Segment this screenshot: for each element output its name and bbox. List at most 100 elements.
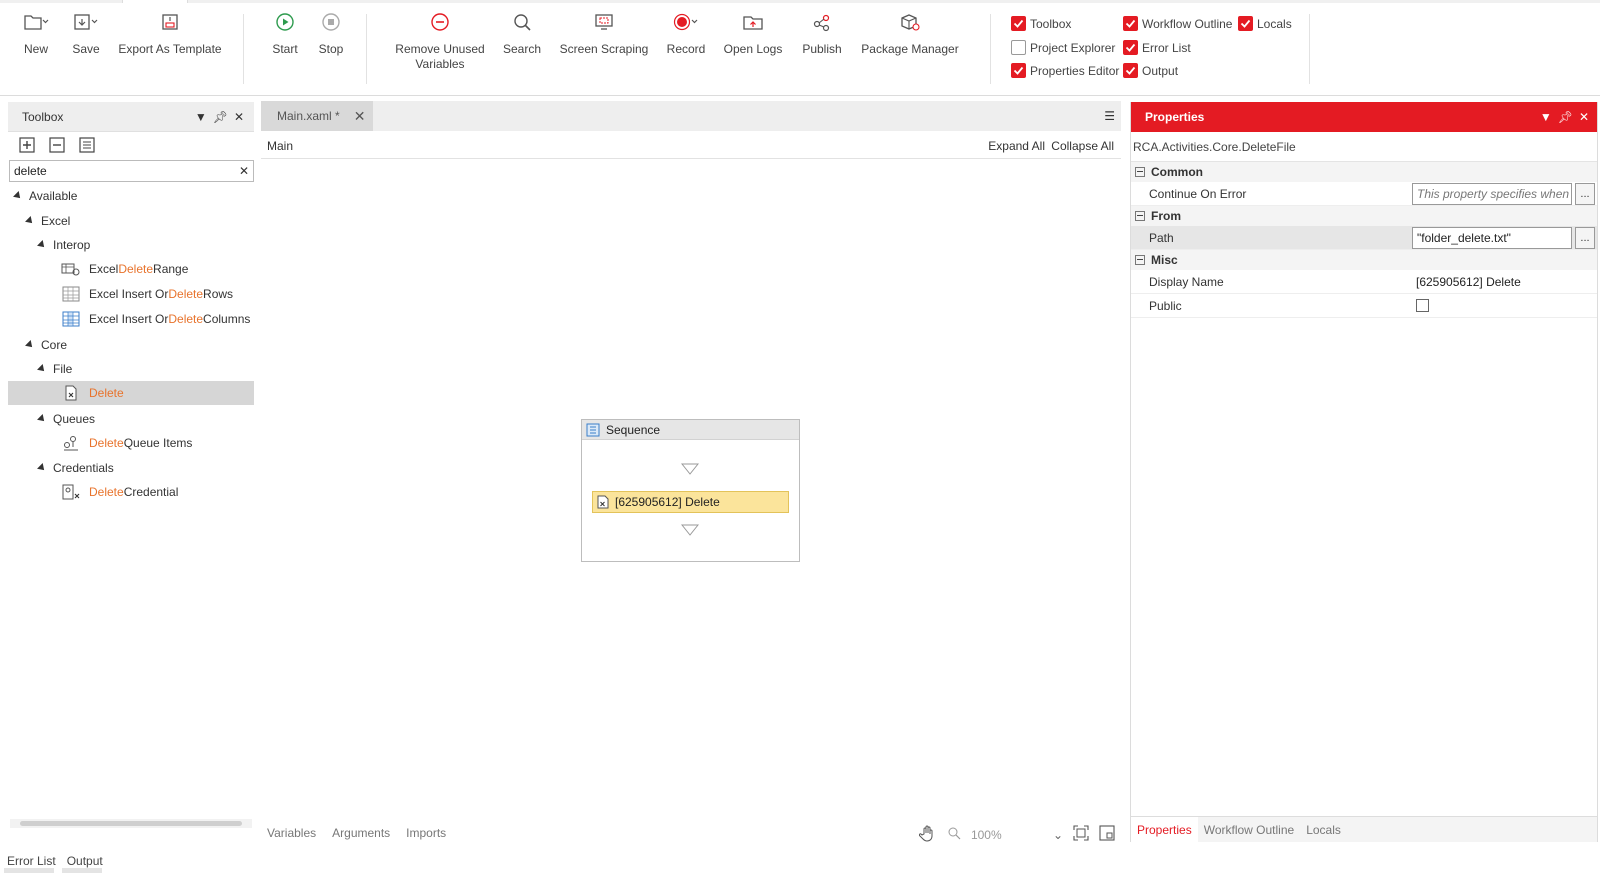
export-as-template-button[interactable]: Export As Template bbox=[118, 12, 222, 57]
toolbox-panel-checkbox[interactable]: Toolbox bbox=[1011, 16, 1071, 31]
tree-item-excel-insert-or-delete-columns[interactable]: Excel Insert Or Delete Columns bbox=[8, 307, 254, 331]
stop-icon bbox=[316, 12, 346, 36]
breadcrumb[interactable]: Main bbox=[267, 139, 293, 153]
sequence-activity[interactable]: Sequence [625905612] Delete bbox=[581, 419, 800, 562]
expand-all-icon[interactable] bbox=[18, 136, 36, 157]
continue-on-error-browse-button[interactable]: ... bbox=[1575, 182, 1595, 205]
tab-properties[interactable]: Properties bbox=[1131, 816, 1198, 843]
variables-tab[interactable]: Variables bbox=[267, 826, 316, 840]
save-button[interactable]: Save bbox=[70, 12, 102, 57]
search-button[interactable]: Search bbox=[502, 12, 542, 57]
drop-target-arrow-icon[interactable] bbox=[681, 524, 699, 536]
open-logs-button[interactable]: Open Logs bbox=[722, 12, 784, 57]
activity-type-name: RCA.Activities.Core.DeleteFile bbox=[1131, 132, 1597, 162]
collapse-all-link[interactable]: Collapse All bbox=[1051, 139, 1114, 153]
collapse-toggle-icon[interactable] bbox=[1135, 255, 1145, 265]
category-common[interactable]: Common bbox=[1131, 162, 1597, 182]
properties-title: Properties bbox=[1145, 110, 1205, 124]
toolbox-title: Toolbox bbox=[22, 109, 64, 124]
expanded-arrow-icon bbox=[37, 364, 47, 374]
path-browse-button[interactable]: ... bbox=[1575, 226, 1595, 249]
tree-item-delete-credential[interactable]: Delete Credential bbox=[8, 480, 254, 504]
checkmark-icon bbox=[1123, 63, 1138, 78]
tab-locals[interactable]: Locals bbox=[1300, 823, 1347, 837]
publish-button[interactable]: Publish bbox=[800, 12, 844, 57]
toolbox-search-input[interactable] bbox=[14, 164, 214, 178]
zoom-icon[interactable] bbox=[947, 826, 961, 843]
tree-item-excel-insert-or-delete-rows[interactable]: Excel Insert Or Delete Rows bbox=[8, 282, 254, 306]
error-list-panel-checkbox[interactable]: Error List bbox=[1123, 40, 1191, 55]
tree-item-delete-queue-items[interactable]: Delete Queue Items bbox=[8, 431, 254, 455]
screen-scraping-icon bbox=[559, 12, 649, 36]
tab-workflow-outline[interactable]: Workflow Outline bbox=[1198, 823, 1300, 837]
workflow-outline-panel-checkbox[interactable]: Workflow Outline bbox=[1123, 16, 1232, 31]
new-folder-icon bbox=[20, 12, 52, 36]
property-path: Path "folder_delete.txt" ... bbox=[1131, 226, 1597, 250]
pin-icon[interactable]: 📌︎ bbox=[1558, 110, 1573, 124]
pan-hand-icon[interactable] bbox=[918, 824, 937, 845]
tree-node-file[interactable]: File bbox=[8, 357, 254, 381]
collapse-all-icon[interactable] bbox=[48, 136, 66, 157]
overview-map-icon[interactable] bbox=[1099, 825, 1115, 844]
package-manager-button[interactable]: Package Manager bbox=[858, 12, 962, 57]
tree-item-excel-delete-range[interactable]: Excel Delete Range bbox=[8, 257, 254, 281]
public-checkbox[interactable] bbox=[1416, 299, 1429, 312]
tree-node-core[interactable]: Core bbox=[8, 333, 254, 357]
new-button[interactable]: New bbox=[20, 12, 52, 57]
record-button[interactable]: Record bbox=[664, 12, 708, 57]
ribbon: New Save Export As Template Start Stop R… bbox=[0, 0, 1600, 96]
expand-all-link[interactable]: Expand All bbox=[988, 139, 1045, 153]
list-view-icon[interactable] bbox=[78, 136, 96, 157]
property-continue-on-error: Continue On Error This property specifie… bbox=[1131, 182, 1597, 206]
screen-scraping-button[interactable]: Screen Scraping bbox=[559, 12, 649, 57]
tab-output[interactable]: Output bbox=[67, 854, 103, 868]
close-tab-icon[interactable]: ✕ bbox=[354, 108, 366, 125]
clear-search-icon[interactable]: ✕ bbox=[239, 164, 249, 178]
collapse-toggle-icon[interactable] bbox=[1135, 167, 1145, 177]
tab-error-list[interactable]: Error List bbox=[7, 854, 56, 868]
continue-on-error-input[interactable]: This property specifies when t bbox=[1412, 182, 1572, 205]
fit-to-screen-icon[interactable] bbox=[1073, 825, 1089, 844]
tabs-menu-icon[interactable]: ☰ bbox=[1104, 109, 1115, 123]
expanded-arrow-icon bbox=[13, 191, 23, 201]
drop-target-arrow-icon[interactable] bbox=[681, 463, 699, 475]
sequence-header[interactable]: Sequence bbox=[582, 420, 799, 440]
locals-panel-checkbox[interactable]: Locals bbox=[1238, 16, 1292, 31]
stop-button[interactable]: Stop bbox=[316, 12, 346, 57]
project-explorer-panel-checkbox[interactable]: Project Explorer bbox=[1011, 40, 1115, 55]
properties-editor-panel-checkbox[interactable]: Properties Editor bbox=[1011, 63, 1119, 78]
close-icon[interactable]: ✕ bbox=[1579, 110, 1589, 124]
tree-node-queues[interactable]: Queues bbox=[8, 407, 254, 431]
category-misc[interactable]: Misc bbox=[1131, 250, 1597, 270]
tree-node-excel[interactable]: Excel bbox=[8, 209, 254, 233]
pin-icon[interactable]: 📌︎ bbox=[213, 110, 228, 124]
zoom-level[interactable]: 100% bbox=[971, 828, 1043, 842]
toolbox-horizontal-scrollbar[interactable] bbox=[10, 819, 252, 828]
collapse-toggle-icon[interactable] bbox=[1135, 211, 1145, 221]
display-name-input[interactable]: [625905612] Delete bbox=[1412, 271, 1572, 293]
delete-activity[interactable]: [625905612] Delete bbox=[592, 491, 789, 513]
designer-footer: Variables Arguments Imports 100% ⌄ bbox=[261, 820, 1121, 846]
designer-canvas[interactable]: Sequence [625905612] Delete bbox=[261, 160, 1121, 820]
zoom-dropdown-icon[interactable]: ⌄ bbox=[1053, 828, 1063, 842]
start-button[interactable]: Start bbox=[270, 12, 300, 57]
output-panel-checkbox[interactable]: Output bbox=[1123, 63, 1178, 78]
designer-breadcrumb-bar: Main Expand All Collapse All bbox=[261, 131, 1121, 159]
imports-tab[interactable]: Imports bbox=[406, 826, 446, 840]
remove-unused-variables-button[interactable]: Remove Unused Variables bbox=[392, 12, 488, 72]
dropdown-arrow-icon[interactable]: ▼ bbox=[195, 110, 207, 124]
play-icon bbox=[270, 12, 300, 36]
category-from[interactable]: From bbox=[1131, 206, 1597, 226]
dropdown-arrow-icon[interactable]: ▼ bbox=[1540, 110, 1552, 124]
arguments-tab[interactable]: Arguments bbox=[332, 826, 390, 840]
tree-node-credentials[interactable]: Credentials bbox=[8, 456, 254, 480]
toolbox-panel: Toolbox ▼ 📌︎ ✕ ✕ Available Excel Interop bbox=[8, 102, 254, 842]
remove-icon bbox=[392, 12, 488, 36]
expanded-arrow-icon bbox=[37, 240, 47, 250]
close-icon[interactable]: ✕ bbox=[234, 110, 244, 124]
tree-node-interop[interactable]: Interop bbox=[8, 233, 254, 257]
path-input[interactable]: "folder_delete.txt" bbox=[1412, 226, 1572, 249]
tab-main-xaml[interactable]: Main.xaml * ✕ bbox=[261, 101, 373, 131]
tree-item-delete[interactable]: Delete bbox=[8, 381, 254, 405]
tree-node-available[interactable]: Available bbox=[8, 184, 254, 208]
